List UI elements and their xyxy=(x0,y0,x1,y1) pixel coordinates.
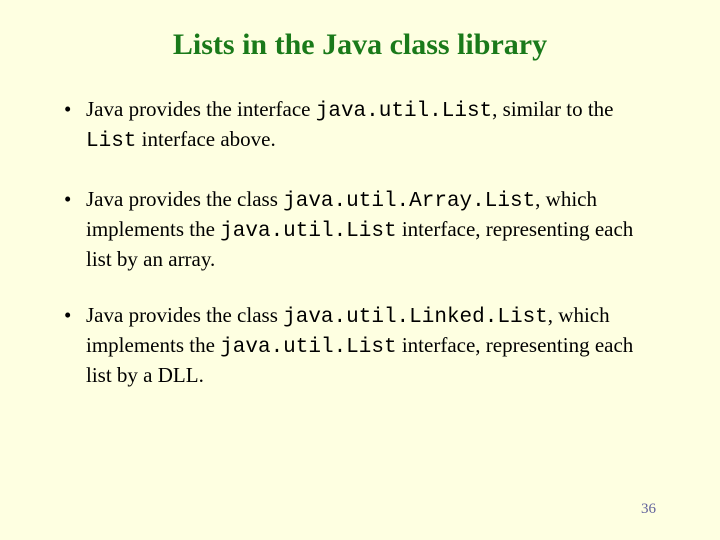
code-segment: List xyxy=(86,130,136,153)
code-segment: java.util.List xyxy=(316,100,492,123)
text-segment: Java provides the class xyxy=(86,303,283,327)
page-number: 36 xyxy=(641,501,656,518)
code-segment: java.util.Array.List xyxy=(283,190,535,213)
code-segment: java.util.List xyxy=(220,336,396,359)
text-segment: Java provides the class xyxy=(86,187,283,211)
list-item: Java provides the class java.util.Array.… xyxy=(60,186,660,273)
code-segment: java.util.Linked.List xyxy=(283,306,548,329)
text-segment: , similar to the xyxy=(492,97,613,121)
slide-title: Lists in the Java class library xyxy=(60,28,660,62)
list-item: Java provides the class java.util.Linked… xyxy=(60,302,660,389)
bullet-list: Java provides the interface java.util.Li… xyxy=(60,96,660,389)
text-segment: interface above. xyxy=(136,127,275,151)
list-item: Java provides the interface java.util.Li… xyxy=(60,96,660,156)
code-segment: java.util.List xyxy=(220,220,396,243)
text-segment: Java provides the interface xyxy=(86,97,316,121)
